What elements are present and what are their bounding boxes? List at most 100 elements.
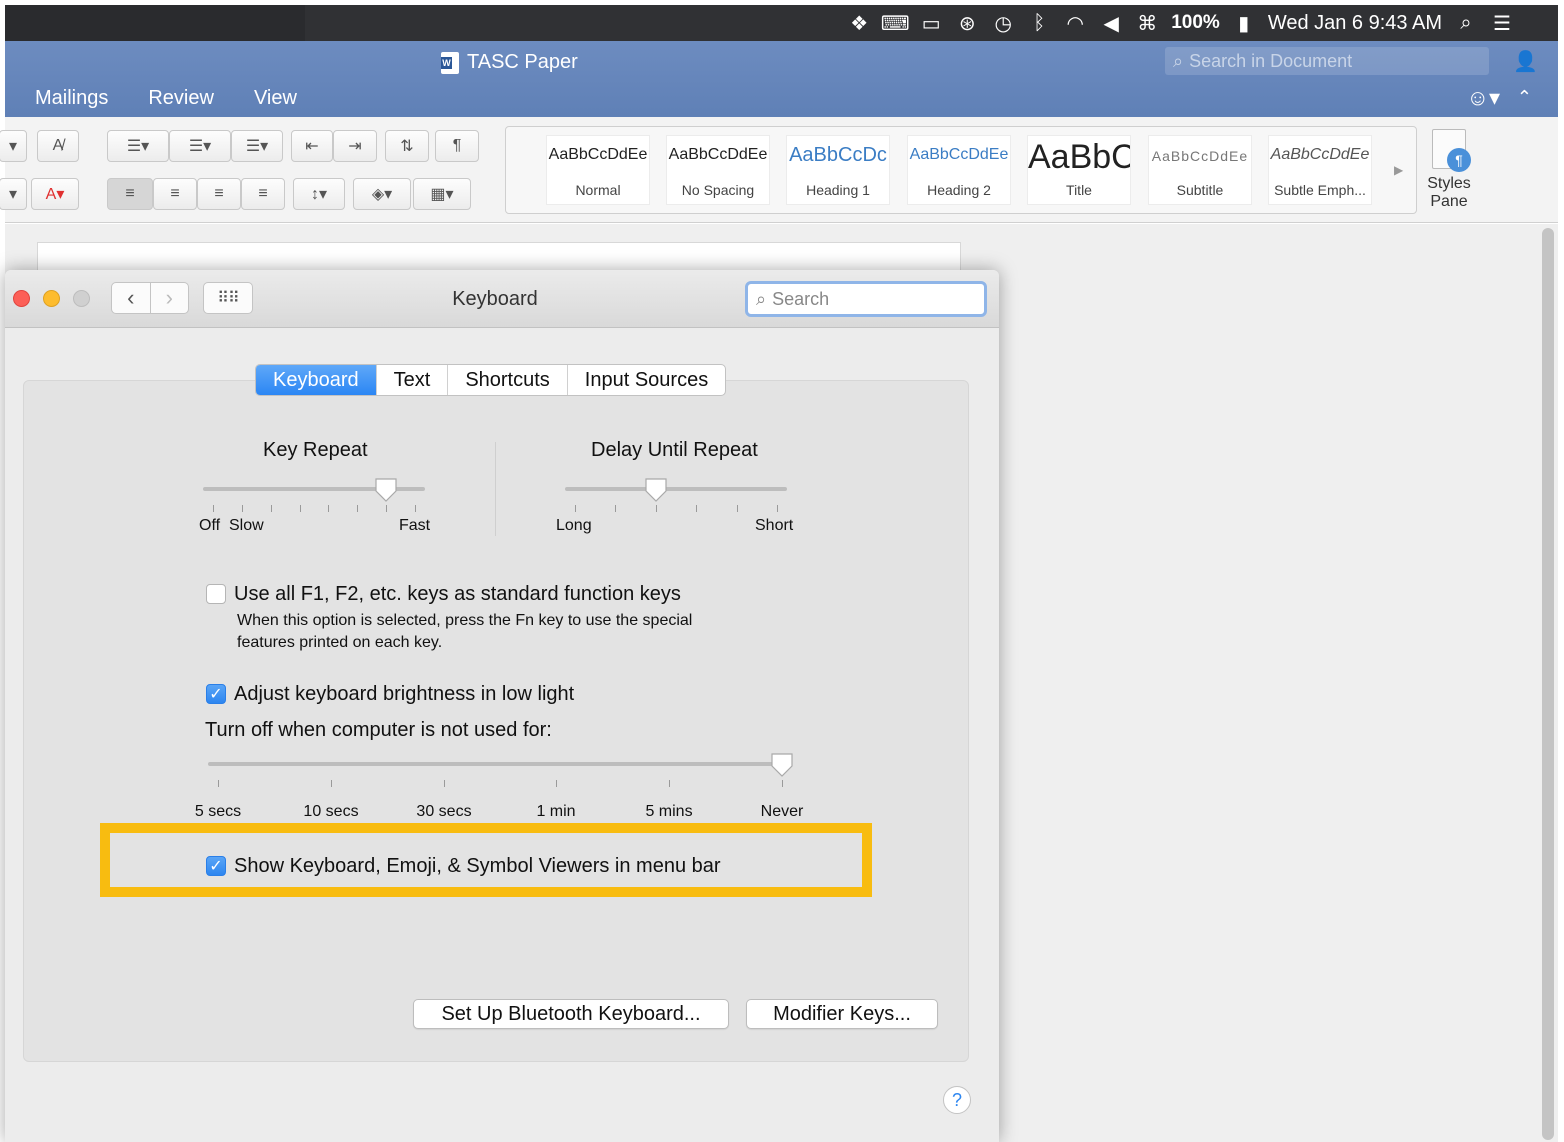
delay-long-label: Long [556, 517, 592, 534]
close-window-button[interactable] [13, 290, 30, 307]
slider-tick [737, 505, 738, 512]
notification-center-icon[interactable]: ☰ [1484, 5, 1520, 41]
turn-off-slider[interactable] [208, 762, 792, 766]
help-button[interactable]: ? [943, 1086, 971, 1114]
align-right-icon[interactable]: ≡ [197, 178, 241, 210]
styles-pane-button[interactable]: Styles Pane [1423, 129, 1475, 211]
zoom-window-button[interactable] [73, 290, 90, 307]
font-color-icon[interactable]: A▾ [31, 178, 79, 210]
preferences-search-field[interactable]: ⌕ Search [745, 281, 987, 317]
back-chevron-icon[interactable]: ‹ [112, 283, 150, 313]
wifi-icon[interactable]: ◠ [1057, 5, 1093, 41]
preferences-search-placeholder: Search [772, 288, 830, 309]
show-viewers-checkbox[interactable]: ✓ [206, 856, 226, 876]
key-repeat-fast-label: Fast [399, 517, 431, 534]
minimize-window-button[interactable] [43, 290, 60, 307]
ribbon-tabs: Mailings Review View [35, 87, 297, 110]
sort-icon[interactable]: ⇅ [385, 130, 429, 162]
function-keys-note: When this option is selected, press the … [237, 610, 692, 654]
volume-icon[interactable]: ◀ [1093, 5, 1129, 41]
time-machine-icon[interactable]: ◷ [985, 5, 1021, 41]
forward-chevron-icon[interactable]: › [149, 283, 189, 313]
keyboard-preferences-window: ‹ › ⠿⠿ Keyboard ⌕ Search Keyboard Text S… [5, 270, 999, 1142]
dropbox-icon[interactable]: ❖ [841, 5, 877, 41]
style-subtle-emphasis[interactable]: AaBbCcDdEe Subtle Emph... [1268, 135, 1372, 205]
style-heading-1[interactable]: AaBbCcDc Heading 1 [786, 135, 890, 205]
document-scrollbar[interactable] [1542, 228, 1554, 1140]
style-name: Subtle Emph... [1274, 182, 1366, 198]
multilevel-list-icon[interactable]: ☰▾ [231, 130, 283, 162]
slider-tick [782, 780, 783, 787]
tab-mailings[interactable]: Mailings [35, 87, 108, 110]
styles-pane-icon [1432, 129, 1471, 172]
key-repeat-slider-knob[interactable] [374, 477, 398, 503]
slider-tick [218, 780, 219, 787]
tab-view[interactable]: View [254, 87, 297, 110]
menu-bar-clock[interactable]: Wed Jan 6 9:43 AM [1262, 12, 1448, 35]
battery-percent[interactable]: 100% [1165, 12, 1226, 34]
word-title-bar: TASC Paper ⌕ Search in Document 👤 Mailin… [5, 41, 1558, 117]
style-no-spacing[interactable]: AaBbCcDdEe No Spacing [666, 135, 770, 205]
slider-tick [656, 505, 657, 512]
delay-short-label: Short [755, 517, 794, 534]
show-formatting-marks-icon[interactable]: ¶ [435, 130, 479, 162]
collapse-ribbon-icon[interactable]: ⌃ [1517, 87, 1532, 108]
bluetooth-icon[interactable]: ᛒ [1021, 5, 1057, 41]
share-add-person-icon[interactable]: 👤 [1513, 49, 1538, 74]
slider-tick [213, 505, 214, 512]
style-title[interactable]: AaBbC Title [1027, 135, 1131, 205]
align-left-icon[interactable]: ≡ [107, 178, 153, 210]
tab-text[interactable]: Text [375, 365, 448, 395]
style-sample: AaBbCcDdEe [548, 146, 648, 163]
feedback-smiley-icon[interactable]: ☺▾ [1466, 85, 1500, 111]
numbering-icon[interactable]: ☰▾ [169, 130, 231, 162]
borders-icon[interactable]: ▦▾ [413, 178, 471, 210]
slider-tick [777, 505, 778, 512]
mac-menu-bar: ❖ ⌨ ▭ ⊛ ◷ ᛒ ◠ ◀ ⌘ 100% ▮ Wed Jan 6 9:43 … [5, 5, 1558, 41]
keyboard-viewer-icon[interactable]: ⌨ [877, 5, 913, 41]
line-spacing-icon[interactable]: ↕▾ [293, 178, 345, 210]
search-in-document-field[interactable]: ⌕ Search in Document [1165, 47, 1489, 75]
style-heading-2[interactable]: AaBbCcDdEe Heading 2 [907, 135, 1011, 205]
style-sample: AaBbCcDc [789, 144, 887, 166]
battery-icon[interactable]: ▮ [1226, 5, 1262, 41]
styles-gallery: AaBbCcDdEe Normal AaBbCcDdEe No Spacing … [505, 126, 1417, 214]
tab-shortcuts[interactable]: Shortcuts [447, 365, 566, 395]
document-title-text: TASC Paper [467, 51, 578, 73]
justify-icon[interactable]: ≡ [241, 178, 285, 210]
delay-until-repeat-title: Delay Until Repeat [591, 439, 758, 461]
style-normal[interactable]: AaBbCcDdEe Normal [546, 135, 650, 205]
spotlight-icon[interactable]: ⌕ [1448, 5, 1484, 41]
keyboard-brightness-checkbox[interactable]: ✓ [206, 684, 226, 704]
function-keys-label[interactable]: Use all F1, F2, etc. keys as standard fu… [234, 583, 681, 606]
styles-pane-label-line1: Styles [1427, 175, 1471, 192]
delay-until-repeat-slider-knob[interactable] [644, 477, 668, 503]
tab-review[interactable]: Review [148, 87, 214, 110]
tab-keyboard[interactable]: Keyboard [256, 365, 376, 395]
gallery-more-arrow-icon[interactable]: ▶ [1394, 163, 1403, 177]
turn-off-slider-knob[interactable] [770, 752, 794, 778]
back-forward-buttons: ‹ › [111, 282, 189, 314]
turn-off-option-10-secs: 10 secs [303, 803, 359, 820]
style-subtitle[interactable]: AaBbCcDdEe Subtitle [1148, 135, 1252, 205]
style-name: Heading 1 [806, 182, 870, 198]
modifier-keys-button[interactable]: Modifier Keys... [746, 999, 938, 1029]
accessibility-icon[interactable]: ⊛ [949, 5, 985, 41]
shading-icon[interactable]: ◈▾ [353, 178, 411, 210]
align-center-icon[interactable]: ≡ [153, 178, 197, 210]
delay-until-repeat-slider[interactable] [565, 487, 787, 491]
highlight-color-dropdown[interactable]: ▾ [0, 178, 27, 210]
airplay-icon[interactable]: ▭ [913, 5, 949, 41]
font-size-dropdown[interactable]: ▾ [0, 130, 27, 162]
show-viewers-label[interactable]: Show Keyboard, Emoji, & Symbol Viewers i… [234, 855, 721, 878]
function-keys-checkbox[interactable] [206, 584, 226, 604]
setup-bluetooth-keyboard-button[interactable]: Set Up Bluetooth Keyboard... [413, 999, 729, 1029]
input-menu-icon[interactable]: ⌘ [1129, 5, 1165, 41]
increase-indent-icon[interactable]: ⇥ [333, 130, 377, 162]
show-all-grid-icon[interactable]: ⠿⠿ [203, 282, 253, 314]
bullets-icon[interactable]: ☰▾ [107, 130, 169, 162]
tab-input-sources[interactable]: Input Sources [566, 365, 725, 395]
decrease-indent-icon[interactable]: ⇤ [291, 130, 333, 162]
clear-formatting-icon[interactable]: A̸ [37, 130, 79, 162]
keyboard-brightness-label[interactable]: Adjust keyboard brightness in low light [234, 683, 574, 706]
